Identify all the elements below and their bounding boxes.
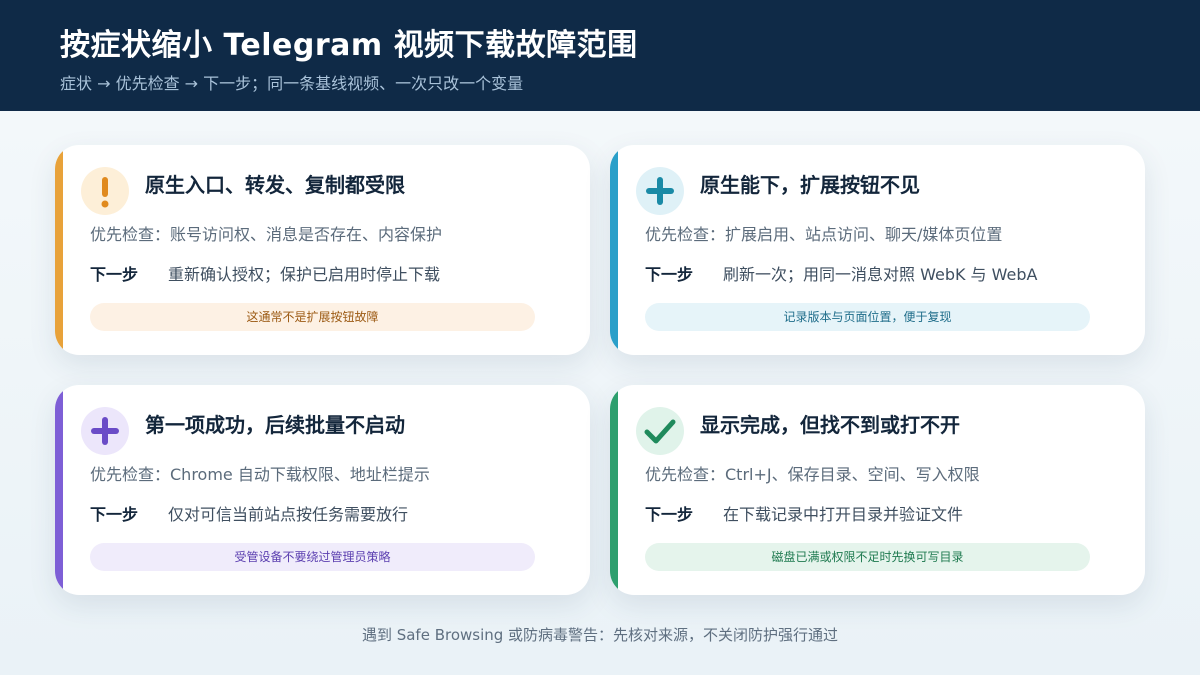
footer-warning: 遇到 Safe Browsing 或防病毒警告：先核对来源，不关闭防护强行通过	[361, 626, 839, 644]
card-next-label: 下一步	[90, 505, 139, 524]
card-note-pill: 受管设备不要绕过管理员策略	[90, 543, 535, 571]
plus-icon	[81, 407, 129, 455]
header-banner: 按症状缩小 Telegram 视频下载故障范围 症状 → 优先检查 → 下一步；…	[0, 0, 1200, 111]
card-next-label: 下一步	[645, 505, 694, 524]
card-title: 第一项成功，后续批量不启动	[145, 413, 405, 437]
plus-icon	[636, 167, 684, 215]
card-accent-bar	[55, 385, 63, 595]
page: 按症状缩小 Telegram 视频下载故障范围 症状 → 优先检查 → 下一步；…	[0, 0, 1200, 675]
card-next-text: 仅对可信当前站点按任务需要放行	[168, 505, 409, 524]
card-next-text: 在下载记录中打开目录并验证文件	[723, 505, 964, 524]
page-subtitle: 症状 → 优先检查 → 下一步；同一条基线视频、一次只改一个变量	[60, 74, 524, 93]
card-title: 显示完成，但找不到或打不开	[700, 413, 960, 437]
card-note-pill: 这通常不是扩展按钮故障	[90, 303, 535, 331]
card-next-label: 下一步	[90, 265, 139, 284]
card-accent-bar	[610, 385, 618, 595]
card-title: 原生入口、转发、复制都受限	[145, 173, 405, 197]
card-check-text: 优先检查：账号访问权、消息是否存在、内容保护	[90, 225, 443, 244]
symptom-card-file-missing: 显示完成，但找不到或打不开 优先检查：Ctrl+J、保存目录、空间、写入权限 下…	[610, 385, 1145, 595]
card-check-text: 优先检查：Ctrl+J、保存目录、空间、写入权限	[645, 465, 980, 484]
symptom-card-extension-button: 原生能下，扩展按钮不见 优先检查：扩展启用、站点访问、聊天/媒体页位置 下一步 …	[610, 145, 1145, 355]
symptom-card-batch-download: 第一项成功，后续批量不启动 优先检查：Chrome 自动下载权限、地址栏提示 下…	[55, 385, 590, 595]
page-title: 按症状缩小 Telegram 视频下载故障范围	[60, 28, 638, 63]
card-next-label: 下一步	[645, 265, 694, 284]
card-title: 原生能下，扩展按钮不见	[700, 173, 920, 197]
card-note-pill: 记录版本与页面位置，便于复现	[645, 303, 1090, 331]
symptom-card-protected-content: 原生入口、转发、复制都受限 优先检查：账号访问权、消息是否存在、内容保护 下一步…	[55, 145, 590, 355]
card-check-text: 优先检查：扩展启用、站点访问、聊天/媒体页位置	[645, 225, 1003, 244]
exclamation-icon	[81, 167, 129, 215]
card-note-pill: 磁盘已满或权限不足时先换可写目录	[645, 543, 1090, 571]
card-accent-bar	[610, 145, 618, 355]
card-next-text: 刷新一次；用同一消息对照 WebK 与 WebA	[723, 265, 1038, 284]
card-check-text: 优先检查：Chrome 自动下载权限、地址栏提示	[90, 465, 430, 484]
card-next-text: 重新确认授权；保护已启用时停止下载	[168, 265, 441, 284]
checkmark-icon	[636, 407, 684, 455]
card-accent-bar	[55, 145, 63, 355]
